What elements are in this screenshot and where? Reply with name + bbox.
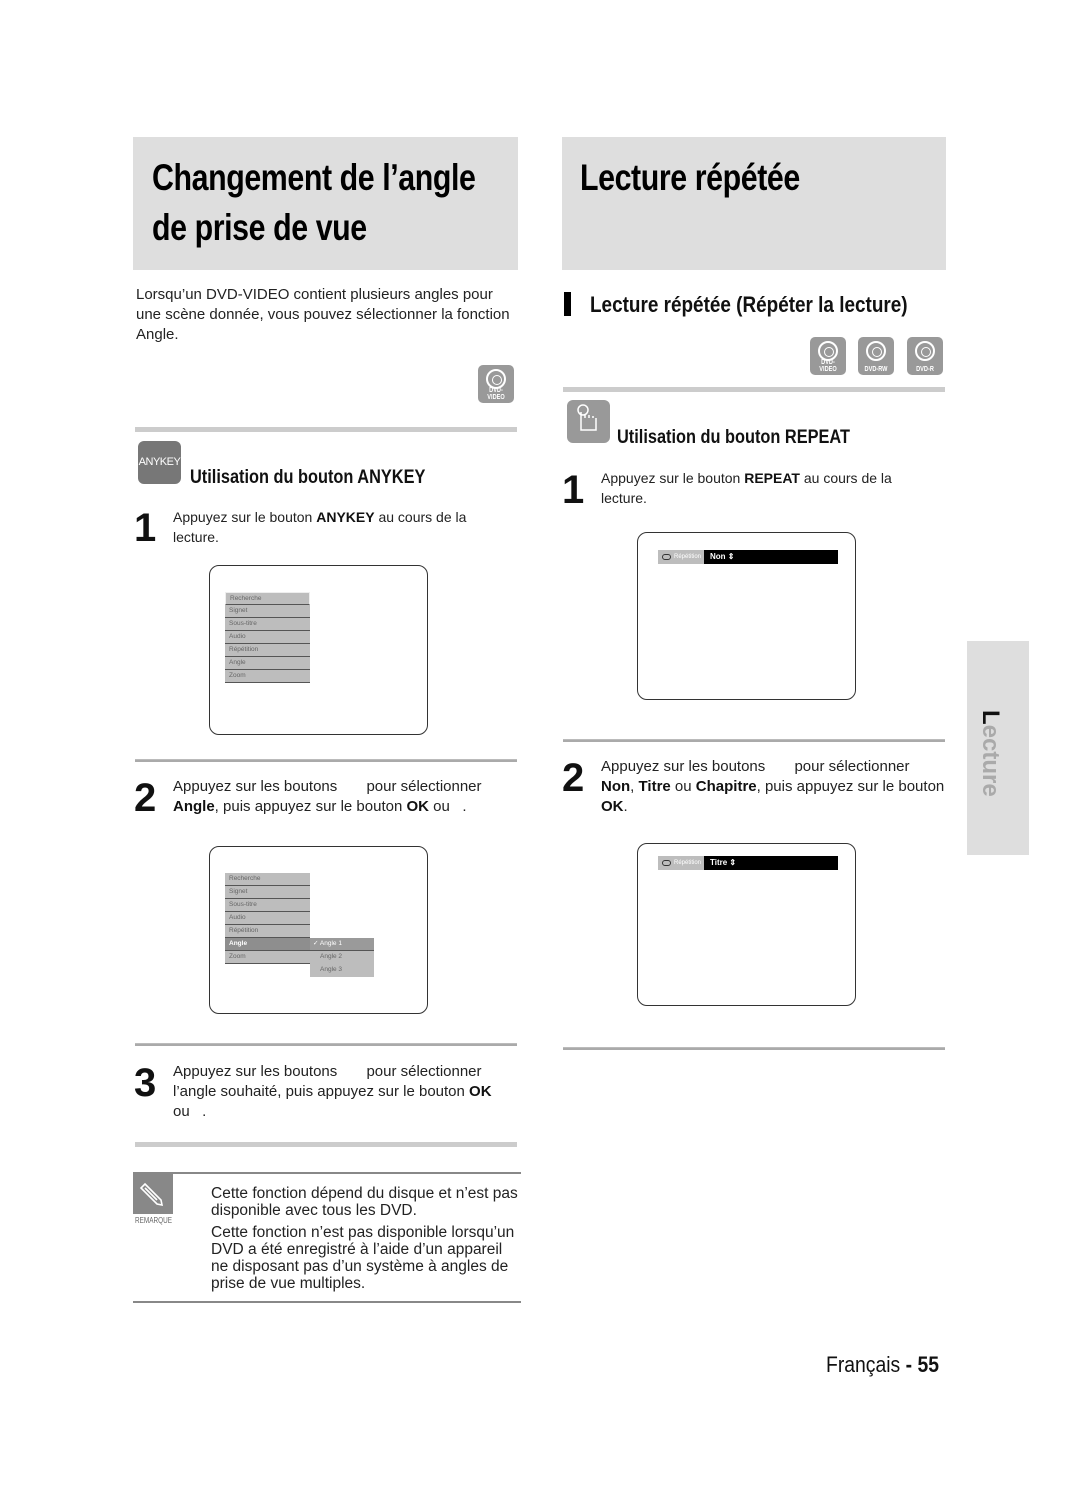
note-top-rule [133, 1172, 521, 1174]
step-divider [135, 759, 517, 762]
tv-screen-repeat-non: Répétition Non ⇕ [637, 532, 856, 700]
menu-item[interactable]: Audio [225, 912, 310, 925]
right-title: Lecture répétée [580, 157, 800, 198]
tv-screen-angle-submenu: Recherche Signet Sous-titre Audio Répéti… [209, 846, 428, 1014]
anykey-menu: Recherche Signet Sous-titre Audio Répéti… [225, 592, 310, 683]
right-section-heading: Lecture répétée (Répéter la lecture) [590, 292, 908, 317]
menu-item[interactable]: Répétition [225, 644, 310, 657]
left-intro: Lorsqu’un DVD-VIDEO contient plusieurs a… [136, 286, 510, 343]
anykey-button-icon: ANYKEY [138, 441, 181, 484]
angle-submenu: ✓ Angle 1 Angle 2 Angle 3 [310, 938, 374, 977]
anykey-menu: Recherche Signet Sous-titre Audio Répéti… [225, 873, 310, 964]
left-step2-text: Appuyez sur les boutons pour sélectionne… [173, 778, 482, 815]
menu-item[interactable]: Sous-titre [225, 899, 310, 912]
repeat-osd-bar: Répétition Titre ⇕ [658, 856, 838, 870]
menu-item[interactable]: Zoom [225, 951, 310, 964]
dvd-video-disc-icon: DVD-VIDEO [810, 337, 846, 375]
step-divider [135, 1043, 517, 1046]
left-title-line2: de prise de vue [152, 207, 367, 248]
section-divider [135, 427, 517, 432]
menu-item-selected[interactable]: Angle [225, 938, 310, 951]
section-marker [564, 292, 571, 316]
dvd-r-disc-icon: DVD-R [907, 337, 943, 375]
step-divider [563, 739, 945, 742]
repeat-icon [662, 554, 671, 560]
menu-item[interactable]: Sous-titre [225, 618, 310, 631]
check-icon: ✓ [313, 940, 320, 947]
right-step2-text: Appuyez sur les boutons pour sélectionne… [601, 758, 945, 815]
left-step1-text: Appuyez sur le bouton ANYKEY au cours de… [173, 509, 467, 545]
menu-item[interactable]: Recherche [225, 873, 310, 886]
left-title-line1: Changement de l’angle [152, 157, 476, 198]
dvd-video-disc-icon: DVD-VIDEO [478, 365, 514, 403]
menu-item[interactable]: Signet [225, 886, 310, 899]
menu-item[interactable]: Angle [225, 657, 310, 670]
section-divider [563, 387, 945, 392]
repeat-value[interactable]: Non ⇕ [710, 550, 734, 564]
right-step1-text: Appuyez sur le bouton REPEAT au cours de… [601, 470, 892, 506]
left-step3-text: Appuyez sur les boutons pour sélectionne… [173, 1063, 492, 1120]
note-paragraph-2: Cette fonction n’est pas disponible lors… [211, 1224, 515, 1292]
section-divider [135, 1142, 517, 1147]
note-paragraph-1: Cette fonction dépend du disque et n’est… [211, 1185, 518, 1219]
submenu-item[interactable]: Angle 3 [310, 964, 374, 977]
right-step2-number: 2 [562, 756, 585, 800]
tv-screen-repeat-titre: Répétition Titre ⇕ [637, 843, 856, 1006]
repeat-osd-bar: Répétition Non ⇕ [658, 550, 838, 564]
left-step1-number: 1 [134, 506, 157, 550]
anykey-subheading: Utilisation du bouton ANYKEY [190, 467, 426, 488]
menu-item[interactable]: Signet [225, 605, 310, 618]
note-bottom-rule [133, 1301, 521, 1303]
submenu-item-checked[interactable]: ✓ Angle 1 [310, 938, 374, 951]
note-label: REMARQUE [135, 1216, 172, 1225]
repeat-subheading: Utilisation du bouton REPEAT [617, 427, 850, 448]
left-step3-number: 3 [134, 1061, 157, 1105]
menu-item[interactable]: Zoom [225, 670, 310, 683]
dvd-rw-disc-icon: DVD-RW [858, 337, 894, 375]
left-step2-number: 2 [134, 776, 157, 820]
section-end-divider [563, 1047, 945, 1050]
tv-screen-anykey-menu: Recherche Signet Sous-titre Audio Répéti… [209, 565, 428, 735]
menu-item[interactable]: Audio [225, 631, 310, 644]
submenu-item[interactable]: Angle 2 [310, 951, 374, 964]
repeat-icon [662, 860, 671, 866]
chapter-side-tab-label: Lecture [977, 710, 1004, 797]
page-number: Français - 55 [826, 1352, 939, 1377]
pencil-note-icon [133, 1174, 173, 1214]
right-step1-number: 1 [562, 468, 585, 512]
menu-item[interactable]: Répétition [225, 925, 310, 938]
menu-item[interactable]: Recherche [225, 592, 310, 605]
hand-press-button-icon [567, 400, 610, 443]
repeat-value[interactable]: Titre ⇕ [710, 856, 736, 870]
